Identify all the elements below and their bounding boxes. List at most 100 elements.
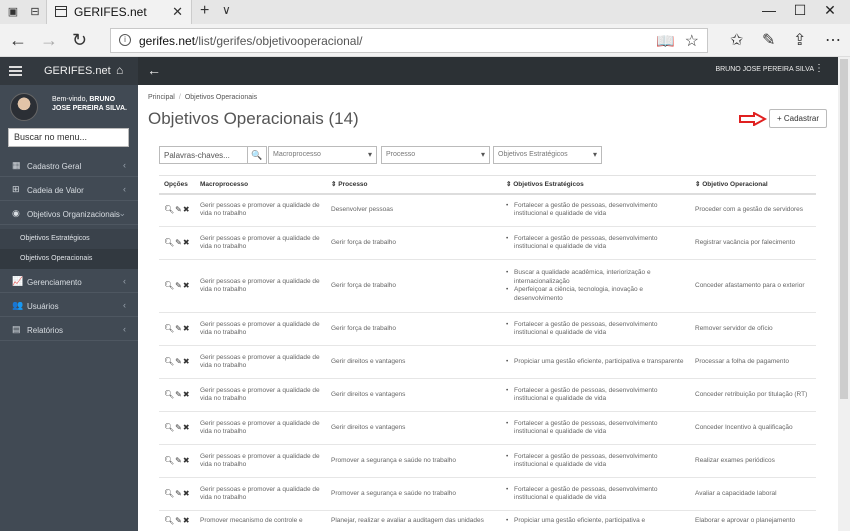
delete-icon[interactable]: ✖ <box>183 489 190 498</box>
edit-icon[interactable]: ✎ <box>175 390 182 399</box>
view-icon[interactable]: 🔍︎ <box>164 423 174 432</box>
cell-objetivo-operacional: Elaborar e aprovar o planejamento <box>690 510 816 531</box>
estrategico-item: Buscar a qualidade acadêmica, interioriz… <box>506 269 685 286</box>
menu-search-input[interactable]: Buscar no menu... <box>8 128 129 147</box>
tab-title: GERIFES.net <box>74 5 147 19</box>
row-options: 🔍︎✎✖ <box>159 226 195 260</box>
cell-processo: Gerir direitos e vantagens <box>326 411 501 445</box>
delete-icon[interactable]: ✖ <box>183 324 190 333</box>
minimize-icon[interactable]: — <box>754 2 784 18</box>
url-input[interactable]: i gerifes.net/list/gerifes/objetivoopera… <box>110 28 708 53</box>
breadcrumb-current: Objetivos Operacionais <box>184 94 258 101</box>
reading-view-icon[interactable]: 📖 <box>656 32 675 50</box>
more-menu-icon[interactable]: ⋯ <box>825 30 841 50</box>
hamburger-menu-icon[interactable] <box>9 66 22 76</box>
favorite-star-icon[interactable]: ☆ <box>685 31 699 51</box>
delete-icon[interactable]: ✖ <box>183 423 190 432</box>
col-header-objetivo-operacional[interactable]: ⇕ Objetivo Operacional <box>690 175 816 195</box>
macroprocesso-select[interactable]: Macroprocesso <box>268 146 377 164</box>
edit-icon[interactable]: ✎ <box>175 423 182 432</box>
cell-objetivos-estrategicos: Fortalecer a gestão de pessoas, desenvol… <box>501 411 690 445</box>
edit-icon[interactable]: ✎ <box>175 516 182 525</box>
back-arrow-icon[interactable]: ← <box>9 30 27 51</box>
objetivos-estrategicos-select[interactable]: Objetivos Estratégicos <box>493 146 602 164</box>
view-icon[interactable]: 🔍︎ <box>164 238 174 247</box>
edit-icon[interactable]: ✎ <box>175 489 182 498</box>
app-brand[interactable]: GERIFES.net <box>44 65 111 77</box>
user-name[interactable]: BRUNO JOSE PEREIRA SILVA <box>715 66 814 73</box>
view-icon[interactable]: 🔍︎ <box>164 357 174 366</box>
add-button[interactable]: + Cadastrar <box>769 109 827 128</box>
cell-objetivos-estrategicos: Propiciar uma gestão eficiente, particip… <box>501 345 690 379</box>
cell-processo: Gerir força de trabalho <box>326 226 501 260</box>
edit-icon[interactable]: ✎ <box>175 357 182 366</box>
sidebar-item-cadeia-de-valor[interactable]: ⊞ Cadeia de Valor ‹ <box>0 179 138 201</box>
delete-icon[interactable]: ✖ <box>183 281 190 290</box>
delete-icon[interactable]: ✖ <box>183 357 190 366</box>
estrategico-item: Fortalecer a gestão de pessoas, desenvol… <box>506 453 685 470</box>
row-options: 🔍︎✎✖ <box>159 444 195 478</box>
breadcrumb-home[interactable]: Principal <box>148 94 175 101</box>
sidebar-item-relatorios[interactable]: ▤ Relatórios ‹ <box>0 319 138 341</box>
back-arrow-icon[interactable]: ← <box>147 62 161 78</box>
view-icon[interactable]: 🔍︎ <box>164 456 174 465</box>
cell-processo: Gerir direitos e vantagens <box>326 345 501 379</box>
tab-list-chevron-icon[interactable]: ∨ <box>222 3 231 17</box>
delete-icon[interactable]: ✖ <box>183 456 190 465</box>
user-menu-icon[interactable]: ⋮ <box>814 63 824 74</box>
maximize-icon[interactable]: ☐ <box>785 2 815 19</box>
cell-objetivos-estrategicos: Fortalecer a gestão de pessoas, desenvol… <box>501 312 690 346</box>
sidebar-subitem-objetivos-estrategicos[interactable]: Objetivos Estratégicos <box>0 229 138 249</box>
chevron-left-icon: ‹ <box>123 324 126 334</box>
col-header-macroprocesso[interactable]: Macroprocesso <box>195 175 326 195</box>
delete-icon[interactable]: ✖ <box>183 205 190 214</box>
table-header-row: Opções Macroprocesso ⇕ Processo ⇕ Objeti… <box>159 175 816 195</box>
view-icon[interactable]: 🔍︎ <box>164 205 174 214</box>
tabs-preview-icon[interactable]: ⊟ <box>28 5 42 19</box>
edit-icon[interactable]: ✎ <box>175 281 182 290</box>
page-scrollbar[interactable] <box>838 57 850 531</box>
close-tab-icon[interactable]: ✕ <box>172 4 183 20</box>
sidebar-item-gerenciamento[interactable]: 📈 Gerenciamento ‹ <box>0 271 138 293</box>
tab-set-aside-icon[interactable]: ▣ <box>6 5 20 19</box>
forward-arrow-icon[interactable]: → <box>40 30 58 51</box>
sidebar-subitem-objetivos-operacionais[interactable]: Objetivos Operacionais <box>0 249 138 269</box>
web-note-icon[interactable]: ✎ <box>762 30 775 50</box>
favorites-hub-icon[interactable]: ✩ <box>730 30 743 50</box>
estrategico-item: Fortalecer a gestão de pessoas, desenvol… <box>506 420 685 437</box>
edit-icon[interactable]: ✎ <box>175 456 182 465</box>
estrategico-item: Fortalecer a gestão de pessoas, desenvol… <box>506 202 685 219</box>
view-icon[interactable]: 🔍︎ <box>164 324 174 333</box>
results-table: Opções Macroprocesso ⇕ Processo ⇕ Objeti… <box>159 175 816 531</box>
cell-macroprocesso: Gerir pessoas e promover a qualidade de … <box>195 312 326 346</box>
edit-icon[interactable]: ✎ <box>175 238 182 247</box>
breadcrumb: Principal / Objetivos Operacionais <box>148 94 258 101</box>
view-icon[interactable]: 🔍︎ <box>164 281 174 290</box>
col-header-processo[interactable]: ⇕ Processo <box>326 175 501 195</box>
delete-icon[interactable]: ✖ <box>183 238 190 247</box>
edit-icon[interactable]: ✎ <box>175 324 182 333</box>
share-icon[interactable]: ⇪ <box>793 30 806 50</box>
scrollbar-thumb[interactable] <box>840 59 848 399</box>
cell-macroprocesso: Gerir pessoas e promover a qualidade de … <box>195 477 326 511</box>
refresh-icon[interactable]: ↻ <box>72 30 87 51</box>
delete-icon[interactable]: ✖ <box>183 516 190 525</box>
browser-tab[interactable]: GERIFES.net ✕ <box>46 0 192 24</box>
sidebar-item-cadastro-geral[interactable]: ▦ Cadastro Geral ‹ <box>0 155 138 177</box>
delete-icon[interactable]: ✖ <box>183 390 190 399</box>
view-icon[interactable]: 🔍︎ <box>164 489 174 498</box>
view-icon[interactable]: 🔍︎ <box>164 516 174 525</box>
sidebar-item-usuarios[interactable]: 👥 Usuários ‹ <box>0 295 138 317</box>
window-close-icon[interactable]: ✕ <box>815 2 845 19</box>
keywords-input[interactable]: Palavras-chaves... <box>159 146 248 164</box>
col-header-objetivos-estrategicos[interactable]: ⇕ Objetivos Estratégicos <box>501 175 690 195</box>
home-icon[interactable]: ⌂ <box>116 63 123 77</box>
search-icon[interactable]: 🔍 <box>247 146 267 164</box>
new-tab-icon[interactable]: + <box>200 2 209 20</box>
sidebar-item-objetivos-organizacionais[interactable]: ◉ Objetivos Organizacionais ⌄ <box>0 203 138 225</box>
site-info-icon[interactable]: i <box>119 34 131 46</box>
view-icon[interactable]: 🔍︎ <box>164 390 174 399</box>
edit-icon[interactable]: ✎ <box>175 205 182 214</box>
processo-select[interactable]: Processo <box>381 146 490 164</box>
chevron-left-icon: ‹ <box>123 276 126 286</box>
